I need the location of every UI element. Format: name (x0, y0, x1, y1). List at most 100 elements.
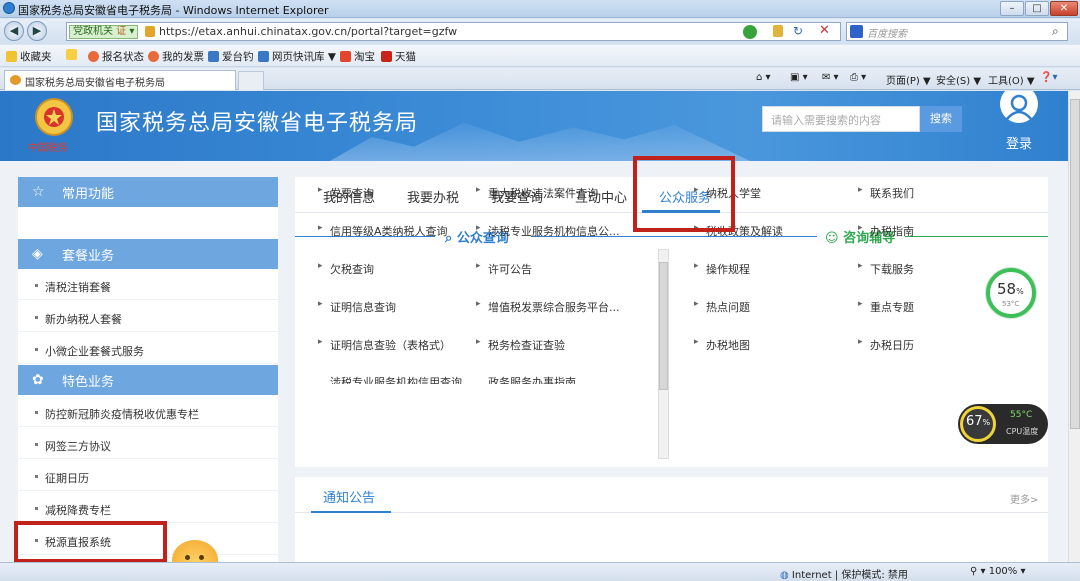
chat-icon: ☺ (825, 231, 839, 246)
link-service-guide[interactable]: 政务服务办事指南 (488, 374, 576, 384)
favorites-bar: 收藏夹 报名状态 我的发票 爱台钓 网页快讯库 ▼ 淘宝 天猫 (0, 45, 1080, 67)
link-agency-credit[interactable]: 涉税专业服务机构信用查询 (330, 374, 462, 384)
tab-handle-tax[interactable]: 我要办税 (407, 187, 459, 206)
sidebar-item-small-business[interactable]: 小微企业套餐式服务 (18, 333, 278, 364)
login-link[interactable]: 登录 (1006, 133, 1032, 152)
inner-scrollbar[interactable] (658, 249, 669, 459)
link-agency-info[interactable]: 涉税专业服务机构信息公... (476, 223, 619, 239)
site-category-badge: 党政机关 证 ▾ (69, 25, 139, 39)
back-button[interactable]: ◀ (4, 21, 24, 41)
sidebar-section-common[interactable]: ☆ 常用功能 (18, 177, 278, 207)
notice-more-link[interactable]: 更多> (1010, 491, 1038, 506)
print-icon[interactable]: ⎙ ▾ (850, 72, 866, 83)
mail-icon[interactable]: ✉ ▾ (822, 72, 839, 83)
link-credit-a-query[interactable]: 信用等级A类纳税人查询 (318, 223, 447, 239)
emblem-caption: 中国税务 (28, 143, 68, 154)
sidebar-item-covid[interactable]: 防控新冠肺炎疫情税收优惠专栏 (18, 396, 278, 427)
zoom-level[interactable]: ⚲ ▾ 100% ▾ (970, 566, 1026, 577)
refresh-icon[interactable]: ↻ (793, 24, 803, 38)
sidebar-item-tax-calendar[interactable]: 征期日历 (18, 460, 278, 491)
new-tab-button[interactable] (238, 71, 264, 90)
sidebar-item-tax-cut[interactable]: 减税降费专栏 (18, 492, 278, 523)
memory-percent: 58% (997, 280, 1024, 298)
site-title: 国家税务总局安徽省电子税务局 (96, 111, 419, 136)
browser-search-placeholder: 百度搜索 (867, 29, 907, 40)
site-search-button[interactable]: 搜索 (920, 106, 962, 132)
site-search-input[interactable]: 请输入需要搜索的内容 (762, 106, 920, 132)
sidebar-section-special[interactable]: ✿ 特色业务 (18, 365, 278, 395)
add-favorite-icon[interactable] (66, 49, 80, 61)
link-download[interactable]: 下载服务 (858, 261, 914, 277)
notice-divider (295, 512, 1048, 513)
fav-item-5[interactable]: 天猫 (381, 49, 416, 64)
link-contact-us[interactable]: 联系我们 (858, 185, 914, 201)
address-toolbar: ◀ ▶ 党政机关 证 ▾ https://etax.anhui.chinatax… (0, 19, 1080, 44)
sidebar-item-new-taxpayer[interactable]: 新办纳税人套餐 (18, 301, 278, 332)
status-bar: ◍ Internet | 保护模式: 禁用 ⚲ ▾ 100% ▾ (0, 562, 1080, 581)
link-hot-issues[interactable]: 热点问题 (694, 299, 750, 315)
sidebar-item-three-party[interactable]: 网签三方协议 (18, 428, 278, 459)
highlight-public-service-tab (633, 156, 735, 232)
close-window-button[interactable]: ✕ (1050, 1, 1078, 16)
url-text[interactable]: https://etax.anhui.chinatax.gov.cn/porta… (159, 25, 457, 38)
tab-title: 国家税务总局安徽省电子税务局 (25, 78, 165, 89)
sidebar: ☆ 常用功能 ◈ 套餐业务 清税注销套餐 新办纳税人套餐 小微企业套餐式服务 ✿… (18, 177, 278, 562)
star-outline-icon: ☆ (32, 184, 45, 200)
internet-zone[interactable]: ◍ Internet | 保护模式: 禁用 (780, 566, 908, 581)
clover-icon: ✿ (32, 372, 44, 388)
stop-icon[interactable]: ✕ (819, 23, 830, 38)
notice-title[interactable]: 通知公告 (323, 487, 375, 506)
fav-item-0[interactable]: 报名状态 (88, 49, 144, 64)
safety-menu[interactable]: 安全(S) ▼ (936, 72, 981, 87)
user-avatar-icon[interactable] (1000, 91, 1038, 123)
sidebar-item-clear-tax[interactable]: 清税注销套餐 (18, 269, 278, 300)
fav-item-4[interactable]: 淘宝 (340, 49, 375, 64)
fav-item-2[interactable]: 爱台钓 (208, 49, 254, 64)
maximize-button[interactable]: □ (1025, 1, 1049, 16)
notice-underline (311, 511, 391, 513)
link-cert-verify[interactable]: 证明信息查验（表格式） (318, 337, 451, 353)
browser-tab-active[interactable]: 国家税务总局安徽省电子税务局 (4, 70, 236, 90)
cpu-temp-widget: 67% 55°C CPU温度 (958, 404, 1048, 444)
fav-item-1[interactable]: 我的发票 (148, 49, 204, 64)
link-tax-guide[interactable]: 办税指南 (858, 223, 914, 239)
globe-icon: ◍ (780, 570, 789, 581)
link-tax-calendar[interactable]: 办税日历 (858, 337, 914, 353)
sidebar-section-package[interactable]: ◈ 套餐业务 (18, 239, 278, 269)
web-page: 中国税务 国家税务总局安徽省电子税务局 请输入需要搜索的内容 搜索 登录 ☆ 常… (0, 91, 1068, 562)
link-major-violation[interactable]: 重大税收违法案件查询 (476, 185, 598, 201)
link-arrears-query[interactable]: 欠税查询 (318, 261, 374, 277)
link-procedures[interactable]: 操作规程 (694, 261, 750, 277)
tab-bar: 国家税务总局安徽省电子税务局 ⌂ ▾ ▣ ▾ ✉ ▾ ⎙ ▾ 页面(P) ▼ 安… (0, 68, 1080, 90)
layers-icon: ◈ (32, 246, 43, 262)
page-menu[interactable]: 页面(P) ▼ (886, 72, 931, 87)
consult-line-right (905, 236, 1048, 237)
page-scrollbar[interactable] (1068, 91, 1080, 562)
minimize-button[interactable]: – (1000, 1, 1024, 16)
feeds-icon[interactable]: ▣ ▾ (790, 72, 808, 83)
star-icon (6, 51, 17, 62)
address-bar[interactable]: 党政机关 证 ▾ https://etax.anhui.chinatax.gov… (66, 22, 841, 41)
tools-menu[interactable]: 工具(O) ▼ (988, 72, 1035, 87)
notice-panel: 通知公告 更多> (295, 477, 1048, 562)
browser-search-box[interactable]: 百度搜索 ⌕ (846, 22, 1068, 41)
link-vat-platform[interactable]: 增值税发票综合服务平台... (476, 299, 619, 315)
highlight-tax-source-item (14, 521, 167, 563)
link-key-topics[interactable]: 重点专题 (858, 299, 914, 315)
window-title: 国家税务总局安徽省电子税务局 - Windows Internet Explor… (18, 4, 329, 17)
link-license-notice[interactable]: 许可公告 (476, 261, 532, 277)
search-icon[interactable]: ⌕ (1052, 24, 1059, 39)
site-header: 中国税务 国家税务总局安徽省电子税务局 请输入需要搜索的内容 搜索 登录 (0, 91, 1068, 161)
forward-button[interactable]: ▶ (27, 21, 47, 41)
help-icon[interactable]: ❓▾ (1040, 72, 1057, 83)
fav-item-3[interactable]: 网页快讯库 ▼ (258, 49, 336, 64)
home-icon[interactable]: ⌂ ▾ (756, 72, 771, 83)
link-inspection-verify[interactable]: 税务检查证查验 (476, 337, 565, 353)
compat-view-icon[interactable] (743, 25, 757, 39)
window-title-bar: 国家税务总局安徽省电子税务局 - Windows Internet Explor… (0, 0, 1080, 18)
favorites-button[interactable]: 收藏夹 (6, 49, 52, 64)
lock-status-icon[interactable] (773, 25, 783, 37)
link-tax-map[interactable]: 办税地图 (694, 337, 750, 353)
link-cert-query[interactable]: 证明信息查询 (318, 299, 396, 315)
link-invoice-query[interactable]: 发票查询 (318, 185, 374, 201)
